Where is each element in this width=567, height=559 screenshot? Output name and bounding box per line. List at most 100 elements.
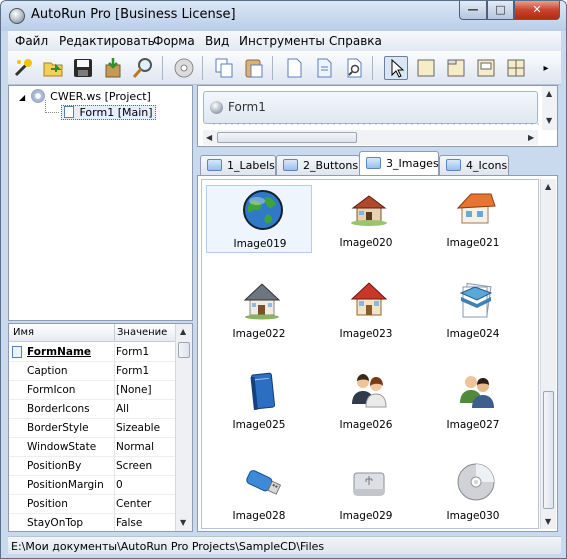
scroll-down-icon[interactable]: ▼ <box>180 518 186 527</box>
frame-icon[interactable] <box>414 56 438 80</box>
property-value[interactable]: [None] <box>116 384 152 396</box>
image-label: Image028 <box>232 510 286 522</box>
property-row[interactable]: Caption Form1 <box>9 362 175 381</box>
scroll-down-icon[interactable]: ▼ <box>546 116 552 125</box>
build-icon[interactable] <box>101 56 125 80</box>
property-name: BorderStyle <box>27 422 89 434</box>
property-row[interactable]: BorderStyle Sizeable <box>9 419 175 438</box>
menu-tools[interactable]: Инструменты <box>239 34 325 48</box>
property-row[interactable]: PositionBy Screen <box>9 457 175 476</box>
menu-view[interactable]: Вид <box>205 34 229 48</box>
properties-scrollbar[interactable]: ▲ ▼ <box>175 324 192 531</box>
image-item[interactable]: Image028 <box>206 458 312 526</box>
header-name[interactable]: Имя <box>13 327 34 338</box>
minimize-button[interactable]: — <box>459 1 487 20</box>
maximize-button[interactable]: □ <box>487 1 514 20</box>
tab-images[interactable]: 3_Images <box>359 151 439 175</box>
selected-row-marker-icon <box>12 346 22 358</box>
image-item[interactable]: Image022 <box>206 276 312 344</box>
image-item[interactable]: Image021 <box>420 185 526 253</box>
tree-root-node[interactable]: ◢ CWER.ws [Project] <box>19 89 151 103</box>
property-row[interactable]: FormIcon [None] <box>9 381 175 400</box>
status-bar: E:\Мои документы\AutoRun Pro Projects\Sa… <box>8 536 561 554</box>
open-icon[interactable] <box>41 56 65 80</box>
frame-tab-icon[interactable] <box>444 56 468 80</box>
scroll-down-icon[interactable]: ▼ <box>545 517 551 526</box>
menu-file[interactable]: Файл <box>15 34 48 48</box>
image-item[interactable]: Image023 <box>313 276 419 344</box>
property-value[interactable]: Screen <box>116 460 152 472</box>
tree-form-node[interactable]: Form1 [Main] <box>61 105 156 120</box>
scroll-thumb[interactable] <box>543 391 554 509</box>
image-item[interactable]: Image025 <box>206 367 312 435</box>
tab-labels[interactable]: 1_Labels <box>200 155 276 175</box>
image-item[interactable]: Image024 <box>420 276 526 344</box>
two-users-icon <box>352 374 387 408</box>
property-value[interactable]: Form1 <box>116 365 149 377</box>
menu-edit[interactable]: Редактировать <box>59 34 155 48</box>
copy-icon[interactable] <box>212 56 236 80</box>
property-row[interactable]: BorderIcons All <box>9 400 175 419</box>
scroll-thumb[interactable] <box>217 132 357 143</box>
property-name: PositionBy <box>27 460 82 472</box>
form-vertical-scrollbar[interactable]: ▲ ▼ <box>542 86 557 130</box>
tab-icons[interactable]: 4_Icons <box>439 155 509 175</box>
image-item[interactable]: Image026 <box>313 367 419 435</box>
tab-buttons[interactable]: 2_Buttons <box>276 155 360 175</box>
paste-icon[interactable] <box>242 56 266 80</box>
pointer-icon[interactable] <box>384 56 408 80</box>
frame-panel-icon[interactable] <box>474 56 498 80</box>
property-row[interactable]: WindowState Normal <box>9 438 175 457</box>
property-value[interactable]: Normal <box>116 441 154 453</box>
image-item[interactable]: Image027 <box>420 367 526 435</box>
toolbar-separator <box>272 56 273 80</box>
property-row[interactable]: Position Center <box>9 495 175 514</box>
scroll-up-icon[interactable]: ▲ <box>545 182 551 191</box>
image-item[interactable]: Image020 <box>313 185 419 253</box>
scroll-left-icon[interactable]: ◀ <box>206 133 212 142</box>
new-page-icon[interactable] <box>282 56 306 80</box>
menu-help[interactable]: Справка <box>329 34 382 48</box>
scroll-up-icon[interactable]: ▲ <box>546 89 552 98</box>
property-row[interactable]: StayOnTop False <box>9 514 175 531</box>
wizard-icon[interactable] <box>11 56 35 80</box>
scroll-thumb[interactable] <box>178 342 190 358</box>
tab-label: 2_Buttons <box>303 159 359 172</box>
title-bar[interactable]: AutoRun Pro [Business License] — □ ✕ <box>1 1 566 31</box>
app-disc-icon[interactable] <box>9 8 25 24</box>
image-item[interactable]: Image019 <box>206 185 312 253</box>
property-value[interactable]: Center <box>116 498 151 510</box>
save-icon[interactable] <box>71 56 95 80</box>
property-value[interactable]: False <box>116 517 142 529</box>
close-button[interactable]: ✕ <box>514 1 560 20</box>
images-scrollbar[interactable]: ▲ ▼ <box>540 179 556 529</box>
more-arrow-icon[interactable]: ▸ <box>538 56 554 80</box>
grid-icon[interactable] <box>504 56 528 80</box>
page-icon[interactable] <box>312 56 336 80</box>
form-preview[interactable]: Form1 <box>203 91 543 129</box>
header-value[interactable]: Значение <box>117 327 167 338</box>
property-row[interactable]: FormName Form1 <box>9 343 175 362</box>
toolbar-separator <box>202 56 203 80</box>
disc-icon[interactable] <box>172 56 196 80</box>
globe-icon <box>243 190 283 230</box>
design-grid <box>211 121 543 129</box>
image-item[interactable]: Image029 <box>313 458 419 526</box>
preview-icon[interactable] <box>342 56 366 80</box>
cd-disc-icon <box>457 463 495 501</box>
property-row[interactable]: PositionMargin 0 <box>9 476 175 495</box>
scroll-right-icon[interactable]: ▶ <box>528 133 534 142</box>
find-icon[interactable] <box>131 56 155 80</box>
tab-label: 1_Labels <box>227 159 275 172</box>
property-name: FormIcon <box>27 384 76 396</box>
menu-form[interactable]: Форма <box>153 34 195 48</box>
collapse-icon[interactable]: ◢ <box>19 93 25 102</box>
usb-drive-icon <box>246 470 282 495</box>
property-value[interactable]: 0 <box>116 479 123 491</box>
property-value[interactable]: All <box>116 403 129 415</box>
property-value[interactable]: Sizeable <box>116 422 160 434</box>
form-horizontal-scrollbar[interactable]: ◀ ▶ <box>203 130 538 145</box>
image-item[interactable]: Image030 <box>420 458 526 526</box>
property-value[interactable]: Form1 <box>116 346 149 358</box>
scroll-up-icon[interactable]: ▲ <box>180 327 186 336</box>
